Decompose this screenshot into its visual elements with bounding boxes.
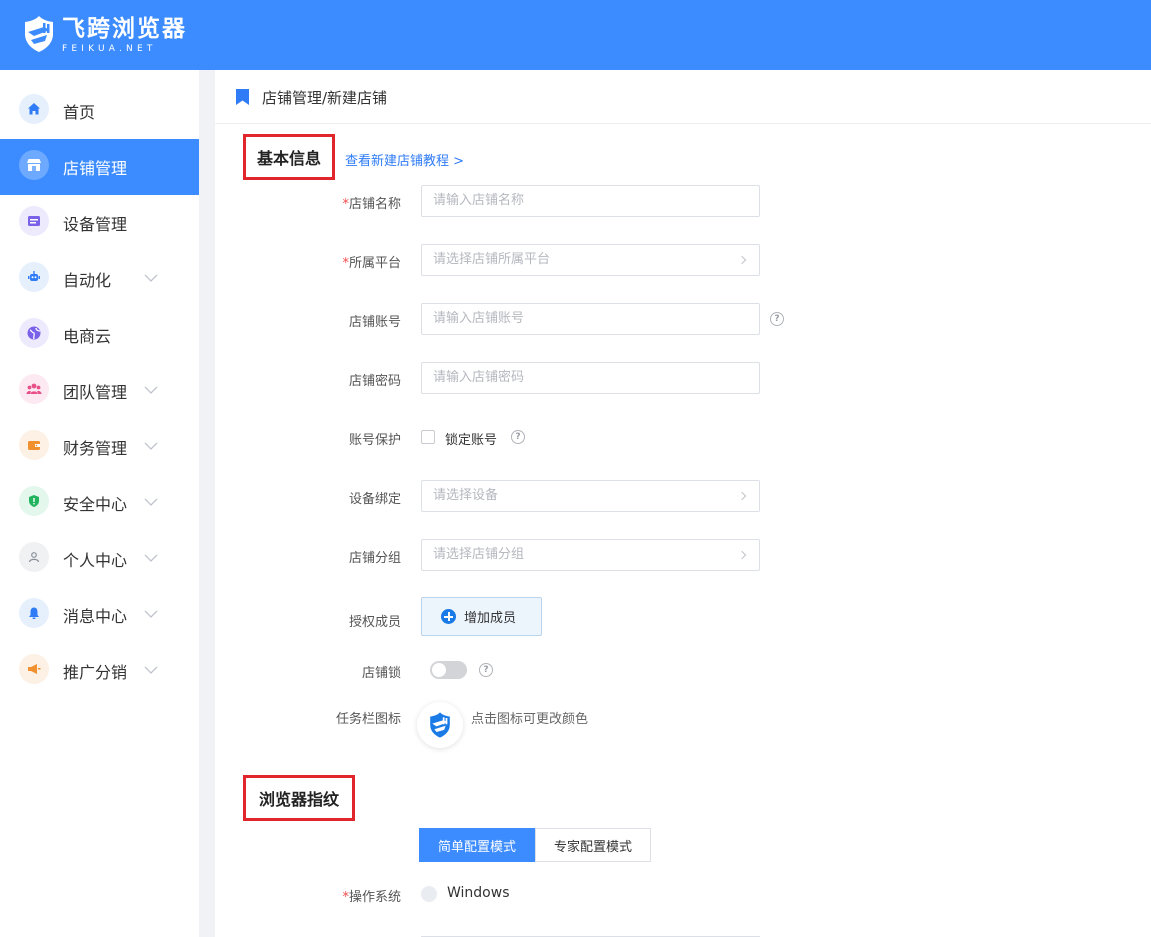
sidebar-item-label: 首页: [63, 103, 96, 122]
main-content: 店铺管理/新建店铺 基本信息 查看新建店铺教程 > *店铺名称 请输入店铺名称 …: [215, 70, 1151, 937]
sidebar-item-promotion[interactable]: 推广分销: [0, 643, 199, 699]
user-icon: [19, 542, 49, 572]
add-member-button[interactable]: 增加成员: [421, 597, 542, 636]
megaphone-icon: [19, 654, 49, 684]
members-label: 授权成员: [348, 615, 401, 630]
sidebar-item-store-management[interactable]: 店铺管理: [0, 139, 199, 195]
add-member-label: 增加成员: [464, 611, 517, 626]
tab-expert-mode[interactable]: 专家配置模式: [535, 828, 652, 862]
sidebar-item-label: 电商云: [63, 327, 112, 346]
help-icon[interactable]: ?: [511, 430, 525, 444]
store-name-label: *店铺名称: [342, 197, 401, 212]
section-basic-info: 基本信息: [243, 134, 335, 180]
chevron-down-icon: [144, 442, 158, 450]
sidebar-gutter: [199, 70, 215, 937]
bookmark-icon: [236, 89, 249, 105]
os-label: *操作系统: [342, 890, 401, 905]
group-select[interactable]: 请选择店铺分组: [421, 539, 760, 571]
chevron-down-icon: [144, 386, 158, 394]
password-label: 店铺密码: [348, 374, 401, 389]
sidebar-item-label: 消息中心: [63, 607, 128, 626]
cloud-globe-icon: [19, 318, 49, 348]
taskbar-icon-picker[interactable]: [417, 702, 463, 748]
section-title: 基本信息: [256, 149, 321, 168]
lock-account-label[interactable]: 锁定账号: [445, 429, 497, 448]
chevron-down-icon: [144, 554, 158, 562]
sidebar-item-home[interactable]: 首页: [0, 83, 199, 139]
account-label: 店铺账号: [348, 315, 401, 330]
shield-icon: [19, 486, 49, 516]
lock-label: 店铺锁: [361, 666, 401, 681]
sidebar-item-label: 设备管理: [63, 215, 128, 234]
os-windows-label[interactable]: Windows: [447, 885, 510, 901]
section-browser-fingerprint: 浏览器指纹: [243, 775, 355, 821]
section-title: 浏览器指纹: [258, 790, 339, 809]
taskbar-icon-hint: 点击图标可更改颜色: [471, 712, 589, 727]
robot-icon: [19, 262, 49, 292]
sidebar: 首页 店铺管理 设备管理 自动化 电商云 团队管理 财务管理 安全中心 个人中心…: [0, 70, 199, 937]
breadcrumb: 店铺管理/新建店铺: [215, 70, 1151, 124]
sidebar-item-security-center[interactable]: 安全中心: [0, 475, 199, 531]
lock-account-checkbox[interactable]: [421, 430, 435, 444]
sidebar-item-automation[interactable]: 自动化: [0, 251, 199, 307]
tab-simple-mode[interactable]: 简单配置模式: [419, 828, 536, 862]
os-windows-radio[interactable]: [421, 886, 437, 902]
sidebar-item-personal-center[interactable]: 个人中心: [0, 531, 199, 587]
password-input[interactable]: 请输入店铺密码: [421, 362, 760, 394]
app-logo[interactable]: 飞跨浏览器 FEIKUA.NET: [22, 14, 187, 54]
sidebar-item-label: 财务管理: [63, 439, 128, 458]
sidebar-item-message-center[interactable]: 消息中心: [0, 587, 199, 643]
chevron-down-icon: [144, 666, 158, 674]
store-icon: [19, 150, 49, 180]
group-label: 店铺分组: [348, 551, 401, 566]
sidebar-item-label: 自动化: [63, 271, 112, 290]
breadcrumb-text: 店铺管理/新建店铺: [262, 89, 388, 107]
sidebar-item-label: 安全中心: [63, 495, 128, 514]
sidebar-item-device-management[interactable]: 设备管理: [0, 195, 199, 251]
help-icon[interactable]: ?: [770, 312, 784, 326]
sidebar-item-label: 团队管理: [63, 383, 128, 402]
bell-icon: [19, 598, 49, 628]
platform-label: *所属平台: [342, 256, 401, 271]
platform-select[interactable]: 请选择店铺所属平台: [421, 244, 760, 276]
sidebar-item-ecommerce-cloud[interactable]: 电商云: [0, 307, 199, 363]
tutorial-link[interactable]: 查看新建店铺教程 >: [345, 150, 464, 169]
sidebar-item-label: 个人中心: [63, 551, 128, 570]
protection-label: 账号保护: [348, 433, 401, 448]
sidebar-item-finance-management[interactable]: 财务管理: [0, 419, 199, 475]
shield-logo-icon: [430, 712, 450, 738]
team-icon: [19, 374, 49, 404]
sidebar-item-label: 推广分销: [63, 663, 128, 682]
device-label: 设备绑定: [348, 492, 401, 507]
sidebar-item-team-management[interactable]: 团队管理: [0, 363, 199, 419]
store-name-input[interactable]: 请输入店铺名称: [421, 185, 760, 217]
sidebar-item-label: 店铺管理: [63, 159, 128, 178]
wallet-icon: [19, 430, 49, 460]
taskbar-icon-label: 任务栏图标: [335, 712, 401, 727]
toggle-knob: [432, 663, 446, 677]
device-icon: [19, 206, 49, 236]
chevron-down-icon: [144, 610, 158, 618]
chevron-down-icon: [144, 274, 158, 282]
plus-circle-icon: [441, 609, 456, 624]
home-icon: [19, 94, 49, 124]
device-select[interactable]: 请选择设备: [421, 480, 760, 512]
logo-title: 飞跨浏览器: [62, 15, 187, 42]
chevron-down-icon: [144, 498, 158, 506]
shield-logo-icon: [25, 16, 53, 52]
account-input[interactable]: 请输入店铺账号: [421, 303, 760, 335]
config-mode-tabs: 简单配置模式 专家配置模式: [419, 828, 652, 862]
logo-subtitle: FEIKUA.NET: [62, 43, 157, 54]
help-icon[interactable]: ?: [479, 663, 493, 677]
store-lock-toggle[interactable]: [430, 661, 467, 679]
top-bar: 飞跨浏览器 FEIKUA.NET: [0, 0, 1151, 70]
